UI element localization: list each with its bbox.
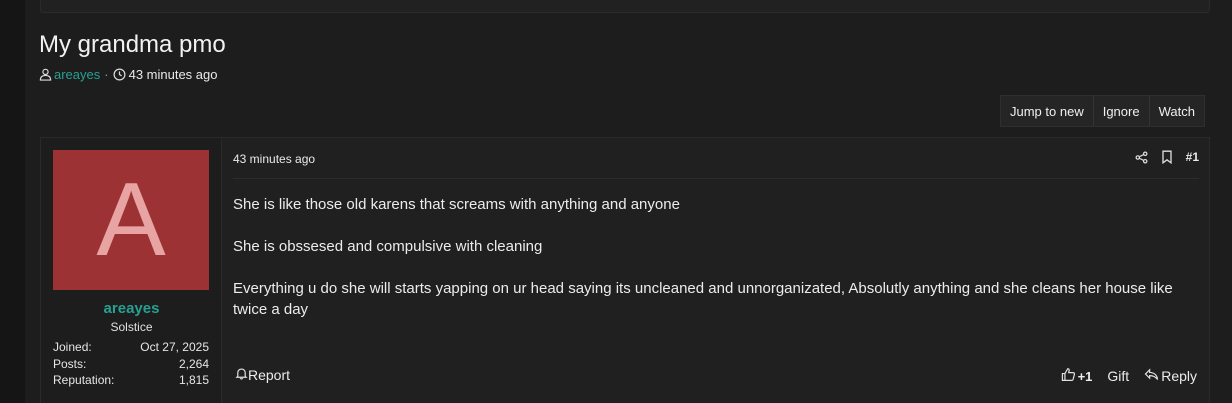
thread-meta: areayes · 43 minutes ago (39, 66, 218, 82)
ignore-button[interactable]: Ignore (1094, 96, 1150, 126)
top-panel (40, 0, 1210, 13)
report-button[interactable]: Report (235, 367, 290, 383)
post-time[interactable]: 43 minutes ago (233, 152, 315, 166)
stat-label: Posts: (53, 356, 87, 371)
post: A areayes Solstice Joined: Oct 27, 2025 … (40, 137, 1210, 403)
stat-posts: Posts: 2,264 (53, 356, 209, 373)
like-button[interactable]: +1 (1061, 367, 1093, 385)
left-sidebar-strip (0, 0, 25, 403)
clock-icon (113, 68, 126, 81)
report-label: Report (248, 367, 291, 383)
thread-title: My grandma pmo (39, 31, 226, 58)
user-stats: Joined: Oct 27, 2025 Posts: 2,264 Reputa… (53, 339, 209, 389)
meta-separator: · (104, 66, 109, 82)
post-number[interactable]: #1 (1186, 150, 1199, 164)
post-username[interactable]: areayes (41, 300, 222, 317)
user-title: Solstice (110, 320, 153, 334)
post-paragraph: She is like those old karens that scream… (233, 196, 680, 213)
post-body: She is like those old karens that scream… (233, 194, 1193, 341)
thread-actions: Jump to new Ignore Watch (1000, 95, 1205, 127)
stat-value: 2,264 (178, 356, 209, 371)
post-footer-actions: +1 Gift Reply (1046, 367, 1197, 385)
post-paragraph: Everything u do she will starts yapping … (233, 280, 1173, 318)
stat-label: Joined: (53, 340, 92, 355)
share-icon[interactable] (1135, 151, 1148, 164)
stat-value: Oct 27, 2025 (140, 340, 209, 355)
post-paragraph: She is obssesed and compulsive with clea… (233, 238, 543, 255)
watch-button[interactable]: Watch (1150, 96, 1204, 126)
jump-to-new-button[interactable]: Jump to new (1001, 96, 1094, 126)
post-user-column: A areayes Solstice Joined: Oct 27, 2025 … (41, 138, 222, 403)
post-tools: #1 (1135, 150, 1199, 164)
stat-joined: Joined: Oct 27, 2025 (53, 339, 209, 356)
thumbs-up-icon (1061, 367, 1078, 385)
reply-icon (1144, 368, 1161, 384)
avatar[interactable]: A (53, 150, 209, 290)
post-content: 43 minutes ago #1 She is like those old … (233, 138, 1199, 403)
thread-author-link[interactable]: areayes (54, 67, 100, 82)
bookmark-icon[interactable] (1161, 150, 1173, 164)
reaction-count: +1 (1077, 368, 1093, 384)
stat-reputation: Reputation: 1,815 (53, 372, 209, 389)
bell-icon (235, 367, 248, 383)
reply-button[interactable]: Reply (1144, 368, 1197, 384)
avatar-letter: A (96, 162, 166, 278)
stat-label: Reputation: (53, 373, 115, 388)
thread-time: 43 minutes ago (128, 66, 218, 82)
user-icon (39, 68, 52, 81)
gift-button[interactable]: Gift (1107, 368, 1129, 384)
main-content: My grandma pmo areayes · 43 minutes ago … (25, 0, 1232, 403)
post-divider (233, 178, 1199, 179)
stat-value: 1,815 (178, 373, 209, 388)
reply-label: Reply (1161, 368, 1197, 384)
